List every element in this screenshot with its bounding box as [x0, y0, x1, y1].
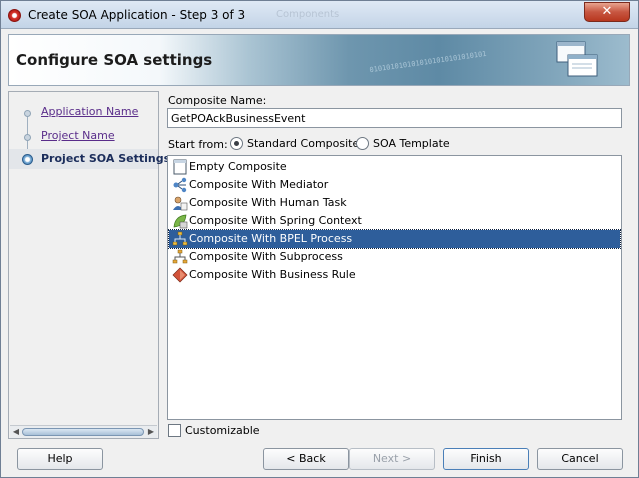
step-label: Project SOA Settings	[41, 152, 171, 165]
list-item-label: Empty Composite	[189, 160, 287, 173]
list-item-spring-context[interactable]: Composite With Spring Context	[169, 212, 620, 230]
step-current-icon	[22, 154, 33, 165]
step-label[interactable]: Application Name	[41, 105, 138, 118]
scroll-right-icon[interactable]: ▶	[145, 426, 157, 438]
next-button[interactable]: Next >	[349, 448, 435, 470]
step-label[interactable]: Project Name	[41, 129, 115, 142]
composite-name-input[interactable]: GetPOAckBusinessEvent	[167, 108, 622, 128]
human-task-icon	[173, 196, 188, 211]
start-from-label: Start from:	[168, 138, 228, 151]
bpel-process-icon	[172, 231, 188, 246]
soa-template-label[interactable]: SOA Template	[373, 137, 450, 150]
list-item-mediator[interactable]: Composite With Mediator	[169, 176, 620, 194]
page-title: Configure SOA settings	[16, 51, 213, 69]
composite-name-label: Composite Name:	[168, 94, 267, 107]
create-soa-application-dialog: Create SOA Application - Step 3 of 3 Com…	[0, 0, 639, 478]
list-item-bpel-process[interactable]: Composite With BPEL Process	[168, 229, 621, 249]
back-button[interactable]: < Back	[263, 448, 349, 470]
standard-composite-radio[interactable]	[230, 137, 243, 150]
finish-button[interactable]: Finish	[443, 448, 529, 470]
step-application-name[interactable]: Application Name	[9, 102, 158, 122]
list-item-label: Composite With Subprocess	[189, 250, 343, 263]
step-done-icon	[24, 110, 31, 117]
wizard-windows-icon	[556, 41, 598, 77]
step-project-name[interactable]: Project Name	[9, 126, 158, 146]
window-title: Create SOA Application - Step 3 of 3	[28, 8, 246, 22]
cancel-button[interactable]: Cancel	[537, 448, 623, 470]
list-item-empty-composite[interactable]: Empty Composite	[169, 158, 620, 176]
spring-context-icon	[173, 214, 188, 229]
soa-template-radio[interactable]	[356, 137, 369, 150]
customizable-label[interactable]: Customizable	[185, 424, 260, 437]
standard-composite-label[interactable]: Standard Composite	[247, 137, 359, 150]
close-icon: ✕	[601, 4, 613, 19]
close-button[interactable]: ✕	[584, 2, 630, 22]
help-button[interactable]: Help	[17, 448, 103, 470]
step-done-icon	[24, 134, 31, 141]
list-item-subprocess[interactable]: Composite With Subprocess	[169, 248, 620, 266]
jdeveloper-app-icon	[8, 9, 21, 22]
list-item-label: Composite With BPEL Process	[189, 232, 353, 245]
title-bar: Create SOA Application - Step 3 of 3 Com…	[1, 1, 638, 29]
composite-template-list[interactable]: Empty Composite Composite With Mediator …	[167, 155, 622, 420]
list-item-label: Composite With Business Rule	[189, 268, 356, 281]
customizable-checkbox[interactable]	[168, 424, 181, 437]
wizard-banner: Configure SOA settings 01010101010101010…	[8, 34, 630, 86]
list-item-label: Composite With Mediator	[189, 178, 329, 191]
mediator-icon	[173, 177, 187, 193]
list-item-label: Composite With Spring Context	[189, 214, 362, 227]
background-window-title: Components	[276, 9, 340, 20]
list-item-business-rule[interactable]: Composite With Business Rule	[169, 266, 620, 284]
scrollbar-thumb[interactable]	[22, 428, 144, 436]
business-rule-icon	[172, 267, 188, 283]
list-item-label: Composite With Human Task	[189, 196, 347, 209]
wizard-steps-panel: Application Name Project Name Project SO…	[8, 91, 170, 439]
steps-horizontal-scrollbar[interactable]: ◀ ▶	[10, 425, 157, 438]
subprocess-icon	[172, 249, 188, 264]
scroll-left-icon[interactable]: ◀	[10, 426, 22, 438]
banner-decoration: 0101010101010101010101010101	[369, 49, 487, 75]
step-project-soa-settings[interactable]: Project SOA Settings	[9, 149, 170, 169]
list-item-human-task[interactable]: Composite With Human Task	[169, 194, 620, 212]
empty-composite-icon	[173, 159, 187, 175]
